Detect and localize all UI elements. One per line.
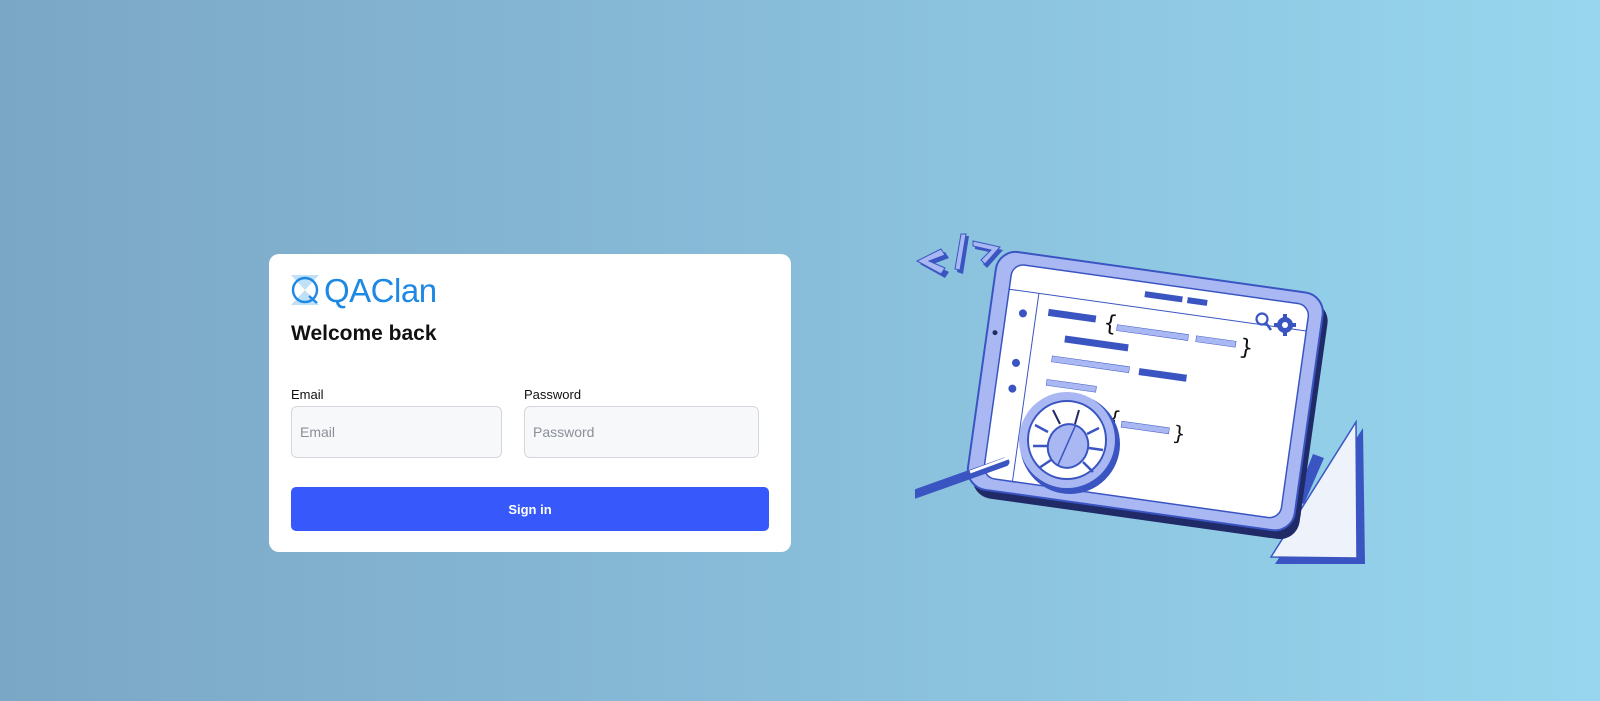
- tablet-screen: { } { }: [966, 250, 1328, 540]
- page-title: Welcome back: [291, 322, 437, 345]
- logo-text: QAClan: [324, 271, 437, 309]
- debugging-illustration: { } { }: [910, 232, 1395, 572]
- password-label: Password: [524, 387, 582, 402]
- email-field-group: Email: [291, 387, 502, 458]
- sign-in-button[interactable]: Sign in: [291, 487, 769, 531]
- login-card: QAClan Welcome back Email Password Sign …: [269, 254, 791, 552]
- password-field[interactable]: [524, 406, 759, 458]
- email-field[interactable]: [291, 406, 502, 458]
- email-label: Email: [291, 387, 324, 402]
- qaclan-logo: QAClan: [291, 271, 437, 309]
- code-tag-icon: [915, 233, 1003, 278]
- logo-q-icon: [291, 275, 323, 305]
- password-field-group: Password: [524, 387, 759, 458]
